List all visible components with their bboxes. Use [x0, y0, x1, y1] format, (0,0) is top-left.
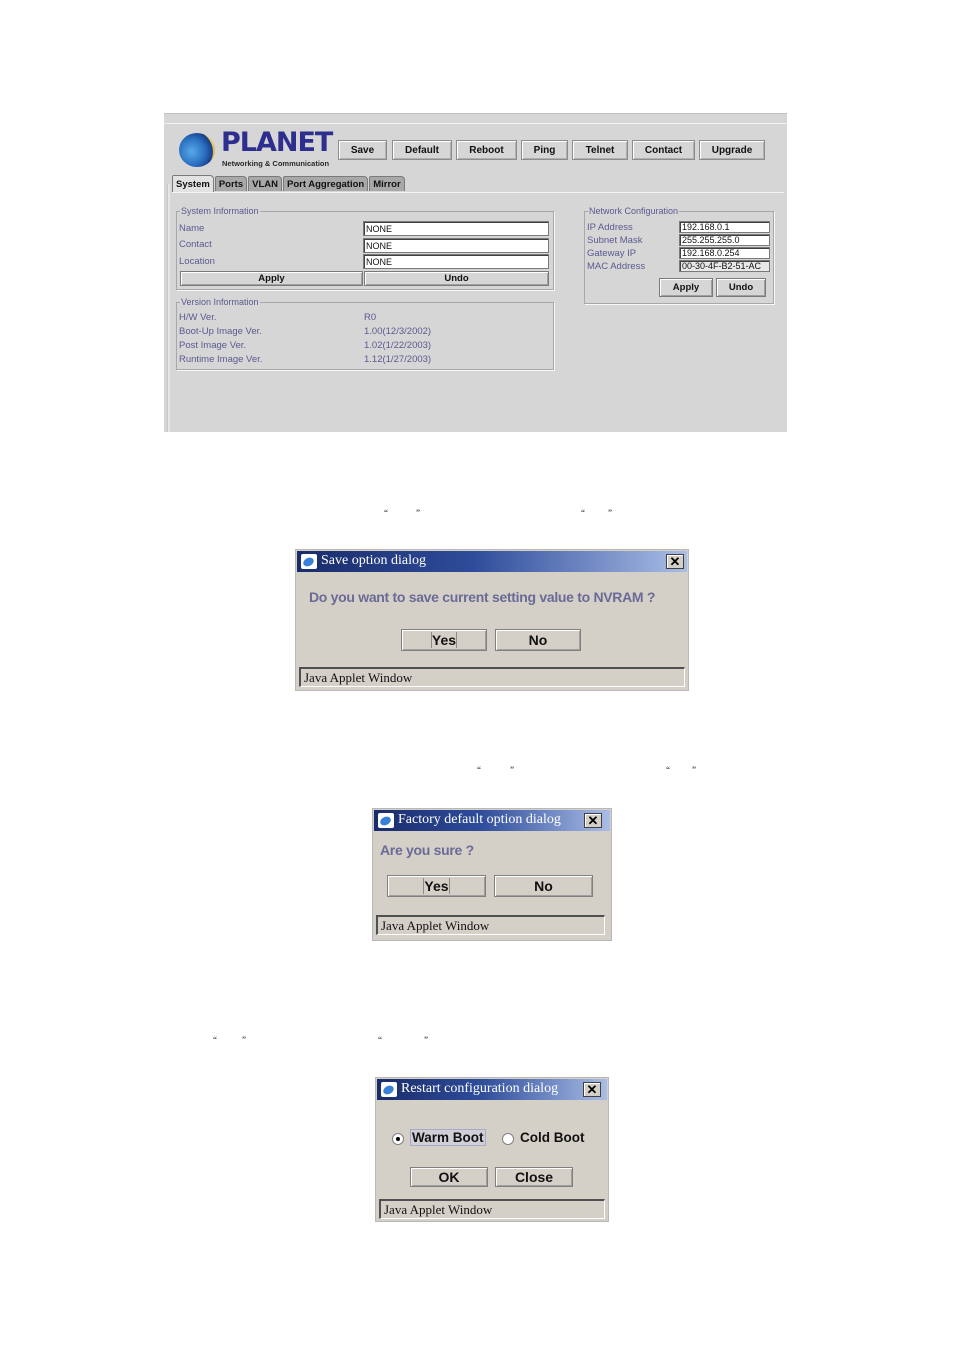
java-applet-icon — [301, 554, 317, 569]
cold-boot-label[interactable]: Cold Boot — [520, 1130, 584, 1145]
java-applet-icon — [381, 1082, 397, 1097]
open-quote: “ — [581, 508, 585, 518]
close-quote: ” — [424, 1035, 428, 1045]
java-applet-icon — [378, 813, 394, 828]
hw-version-value: R0 — [364, 312, 377, 323]
close-icon[interactable]: ✕ — [666, 554, 684, 569]
location-field[interactable] — [363, 254, 549, 269]
factory-no-button[interactable]: No — [494, 875, 593, 897]
factory-dialog-title: Factory default option dialog — [398, 812, 561, 827]
open-quote: “ — [378, 1035, 382, 1045]
save-dialog-titlebar: Save option dialog ✕ — [297, 551, 687, 572]
applet-top-border — [164, 114, 787, 124]
reboot-button[interactable]: Reboot — [456, 140, 517, 160]
network-configuration-legend: Network Configuration — [589, 206, 679, 216]
tab-system[interactable]: System — [172, 175, 214, 192]
open-quote: “ — [384, 508, 388, 518]
runtime-image-value: 1.12(1/27/2003) — [364, 354, 432, 365]
tab-divider — [172, 192, 784, 193]
network-apply-button[interactable]: Apply — [659, 278, 713, 297]
save-option-dialog: Save option dialog ✕ Do you want to save… — [295, 549, 689, 691]
subnet-mask-label: Subnet Mask — [587, 235, 643, 246]
open-quote: “ — [213, 1035, 217, 1045]
bootup-image-label: Boot-Up Image Ver. — [179, 326, 262, 337]
save-yes-button[interactable]: Yes — [401, 629, 487, 651]
gateway-ip-field[interactable] — [679, 247, 770, 259]
logo-brand: PLANET — [221, 127, 333, 158]
restart-configuration-dialog: Restart configuration dialog ✕ Warm Boot… — [375, 1077, 609, 1222]
close-icon[interactable]: ✕ — [583, 1082, 601, 1097]
tab-port-aggregation[interactable]: Port Aggregation — [282, 176, 369, 191]
warm-boot-label[interactable]: Warm Boot — [410, 1129, 486, 1146]
close-quote: ” — [692, 765, 696, 775]
factory-yes-button[interactable]: Yes — [387, 875, 486, 897]
save-button[interactable]: Save — [338, 140, 387, 160]
save-yes-label: Yes — [430, 632, 458, 648]
network-undo-button[interactable]: Undo — [716, 278, 766, 297]
open-quote: “ — [666, 765, 670, 775]
factory-dialog-titlebar: Factory default option dialog ✕ — [374, 810, 610, 831]
applet-window-status: Java Applet Window — [379, 1199, 605, 1219]
name-field[interactable] — [363, 221, 549, 236]
post-image-label: Post Image Ver. — [179, 340, 247, 351]
factory-default-dialog: Factory default option dialog ✕ Are you … — [372, 808, 612, 941]
tab-ports[interactable]: Ports — [214, 176, 248, 191]
ip-address-field[interactable] — [679, 221, 770, 233]
switch-web-applet: PLANET Networking & Communication Save D… — [164, 113, 787, 432]
version-information-legend: Version Information — [181, 297, 259, 307]
restart-dialog-titlebar: Restart configuration dialog ✕ — [377, 1079, 607, 1100]
contact-label: Contact — [179, 239, 212, 250]
runtime-image-label: Runtime Image Ver. — [179, 354, 263, 365]
system-apply-button[interactable]: Apply — [180, 271, 363, 286]
globe-logo-icon — [179, 133, 215, 167]
ok-button[interactable]: OK — [410, 1167, 488, 1187]
ping-button[interactable]: Ping — [521, 140, 568, 160]
tab-bar: System Ports VLAN Port Aggregation Mirro… — [172, 175, 406, 192]
save-dialog-title: Save option dialog — [321, 553, 426, 568]
close-quote: ” — [242, 1035, 246, 1045]
restart-dialog-title: Restart configuration dialog — [401, 1081, 559, 1096]
telnet-button[interactable]: Telnet — [572, 140, 628, 160]
ip-address-label: IP Address — [587, 222, 633, 233]
factory-yes-label: Yes — [423, 878, 450, 894]
close-button[interactable]: Close — [495, 1167, 573, 1187]
applet-left-border — [167, 184, 170, 432]
mac-address-label: MAC Address — [587, 261, 646, 272]
close-icon[interactable]: ✕ — [584, 813, 602, 828]
upgrade-button[interactable]: Upgrade — [699, 140, 765, 160]
subnet-mask-field[interactable] — [679, 234, 770, 246]
factory-dialog-message: Are you sure ? — [380, 842, 474, 858]
applet-window-status: Java Applet Window — [376, 915, 605, 935]
location-label: Location — [179, 256, 215, 267]
close-quote: ” — [416, 508, 420, 518]
cold-boot-radio[interactable] — [502, 1133, 514, 1145]
system-undo-button[interactable]: Undo — [364, 271, 549, 286]
logo-tagline: Networking & Communication — [222, 159, 330, 168]
warm-boot-radio[interactable] — [392, 1133, 404, 1145]
gateway-ip-label: Gateway IP — [587, 248, 637, 259]
system-information-legend: System Information — [181, 206, 259, 216]
default-button[interactable]: Default — [392, 140, 452, 160]
name-label: Name — [179, 223, 205, 234]
save-no-button[interactable]: No — [495, 629, 581, 651]
save-dialog-message: Do you want to save current setting valu… — [309, 589, 656, 605]
contact-button[interactable]: Contact — [632, 140, 695, 160]
bootup-image-value: 1.00(12/3/2002) — [364, 326, 432, 337]
contact-field[interactable] — [363, 238, 549, 253]
tab-mirror[interactable]: Mirror — [369, 176, 405, 191]
close-quote: ” — [510, 765, 514, 775]
hw-version-label: H/W Ver. — [179, 312, 217, 323]
tab-vlan[interactable]: VLAN — [248, 176, 282, 191]
open-quote: “ — [477, 765, 481, 775]
planet-logo: PLANET Networking & Communication — [179, 127, 333, 171]
close-quote: ” — [608, 508, 612, 518]
post-image-value: 1.02(1/22/2003) — [364, 340, 432, 351]
mac-address-field — [679, 260, 770, 272]
applet-window-status: Java Applet Window — [299, 667, 685, 687]
